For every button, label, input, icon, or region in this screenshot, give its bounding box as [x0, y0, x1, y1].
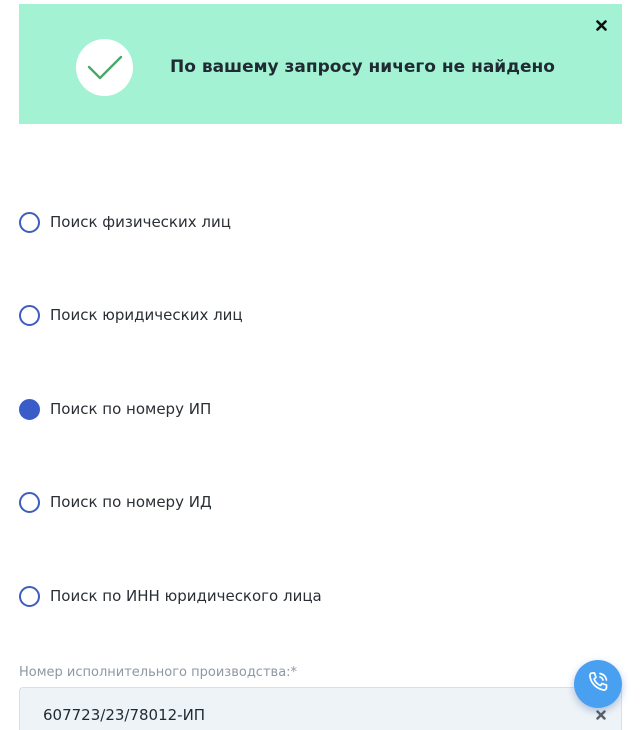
notification-banner: По вашему запросу ничего не найдено	[19, 4, 622, 124]
radio-label: Поиск юридических лиц	[50, 306, 243, 324]
radio-id-number[interactable]: Поиск по номеру ИД	[19, 490, 212, 514]
notification-message: По вашему запросу ничего не найдено	[170, 57, 555, 77]
radio-circle[interactable]	[19, 304, 40, 326]
radio-ip-number[interactable]: Поиск по номеру ИП	[19, 397, 211, 421]
check-icon	[76, 39, 133, 96]
radio-label: Поиск физических лиц	[50, 213, 231, 231]
page: По вашему запросу ничего не найдено Поис…	[0, 0, 640, 730]
clear-icon[interactable]	[594, 708, 608, 722]
radio-label: Поиск по номеру ИД	[50, 493, 212, 511]
radio-circle[interactable]	[19, 585, 40, 607]
proceeding-number-input[interactable]	[19, 687, 622, 730]
radio-circle[interactable]	[19, 491, 40, 513]
radio-legal-entities[interactable]: Поиск юридических лиц	[19, 303, 243, 327]
call-button[interactable]	[574, 660, 622, 708]
radio-label: Поиск по номеру ИП	[50, 400, 212, 418]
radio-circle[interactable]	[19, 211, 40, 233]
radio-inn-legal-entity[interactable]: Поиск по ИНН юридического лица	[19, 584, 322, 608]
proceeding-number-label: Номер исполнительного производства:*	[19, 665, 298, 680]
close-icon[interactable]	[594, 18, 608, 32]
radio-label: Поиск по ИНН юридического лица	[50, 587, 322, 605]
radio-individuals[interactable]: Поиск физических лиц	[19, 210, 231, 234]
phone-icon	[584, 668, 612, 700]
radio-circle[interactable]	[19, 398, 40, 420]
